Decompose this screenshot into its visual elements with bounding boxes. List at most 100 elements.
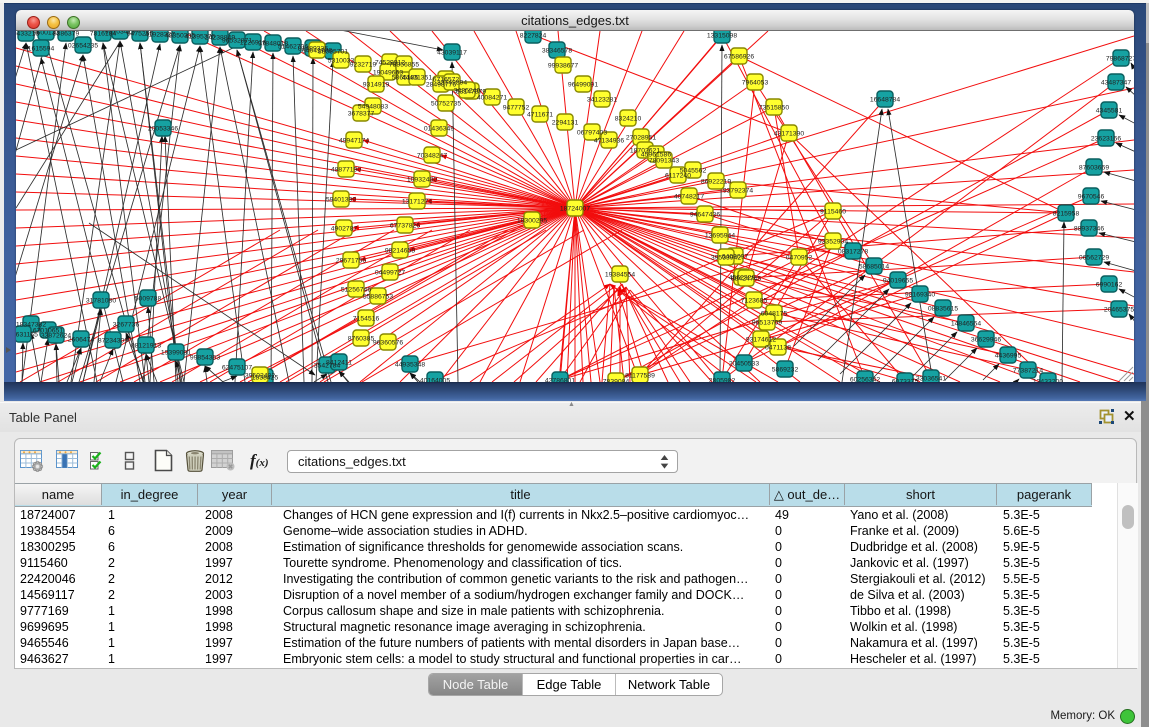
svg-text:31781080: 31781080 (86, 298, 116, 305)
svg-text:20465375: 20465375 (1104, 307, 1134, 314)
svg-text:33749894: 33749894 (437, 80, 467, 87)
svg-text:0470952: 0470952 (786, 255, 813, 262)
svg-text:73515850: 73515850 (759, 105, 789, 112)
svg-text:43171390: 43171390 (774, 131, 804, 138)
svg-text:87603669: 87603669 (1079, 165, 1109, 172)
svg-text:20450533: 20450533 (729, 361, 759, 368)
svg-text:51256746: 51256746 (341, 287, 371, 294)
svg-text:42786801: 42786801 (545, 378, 575, 383)
svg-text:3267736: 3267736 (113, 322, 140, 329)
svg-text:7154516: 7154516 (353, 316, 380, 323)
svg-text:14846564: 14846564 (951, 321, 981, 328)
svg-text:01436349: 01436349 (424, 126, 454, 133)
svg-text:6048175: 6048175 (761, 311, 788, 318)
svg-text:08835615: 08835615 (928, 306, 958, 313)
svg-text:27028951: 27028951 (626, 135, 656, 142)
svg-text:48877190: 48877190 (331, 167, 361, 174)
svg-text:44935348: 44935348 (395, 362, 425, 369)
svg-text:70348247: 70348247 (417, 153, 447, 160)
svg-text:3435240: 3435240 (454, 88, 481, 95)
svg-text:93352904: 93352904 (818, 239, 848, 246)
svg-text:9477752: 9477752 (503, 105, 530, 112)
svg-text:62475107: 62475107 (222, 365, 252, 372)
svg-text:4711671: 4711671 (527, 112, 553, 119)
svg-text:64641708: 64641708 (302, 48, 332, 55)
svg-text:98214658: 98214658 (385, 248, 415, 255)
svg-text:87234309: 87234309 (98, 338, 128, 345)
svg-text:88424745: 88424745 (731, 276, 761, 283)
svg-text:38346578: 38346578 (542, 48, 572, 55)
svg-text:4902787: 4902787 (331, 226, 358, 233)
svg-text:86922219: 86922219 (701, 179, 731, 186)
svg-text:94647436: 94647436 (690, 212, 720, 219)
svg-text:29671756: 29671756 (336, 258, 366, 265)
svg-text:7964053: 7964053 (742, 80, 769, 87)
svg-text:8760385: 8760385 (348, 336, 375, 343)
svg-text:18300295: 18300295 (517, 218, 547, 225)
svg-text:43487347: 43487347 (1101, 80, 1131, 87)
svg-text:58685014: 58685014 (859, 264, 889, 271)
svg-text:23623166: 23623166 (1091, 136, 1121, 143)
svg-text:47134936: 47134936 (594, 138, 624, 145)
svg-text:9670546: 9670546 (1078, 194, 1105, 201)
svg-text:0471138: 0471138 (765, 345, 791, 352)
svg-text:96499091: 96499091 (568, 82, 598, 89)
svg-text:54948083: 54948083 (358, 104, 388, 111)
svg-text:40748217: 40748217 (674, 194, 704, 201)
svg-text:59401399: 59401399 (326, 197, 356, 204)
svg-text:96513709: 96513709 (752, 320, 782, 327)
svg-text:13433200: 13433200 (1033, 379, 1063, 383)
svg-text:6990162: 6990162 (1096, 282, 1123, 289)
svg-text:33036541: 33036541 (916, 376, 946, 383)
svg-text:78856855: 78856855 (389, 62, 419, 69)
svg-text:40164005: 40164005 (420, 378, 450, 383)
svg-text:10932480: 10932480 (407, 177, 437, 184)
svg-text:3678377: 3678377 (348, 111, 375, 118)
svg-text:39533942: 39533942 (711, 255, 741, 262)
svg-text:18724007: 18724007 (560, 206, 590, 213)
svg-text:13171274: 13171274 (402, 199, 432, 206)
svg-text:67586926: 67586926 (724, 54, 754, 61)
svg-text:55886753: 55886753 (363, 294, 393, 301)
svg-text:9314919: 9314919 (363, 82, 390, 89)
svg-text:33872624: 33872624 (41, 333, 71, 340)
svg-text:9232719: 9232719 (350, 62, 377, 69)
svg-text:98169340: 98169340 (905, 292, 935, 299)
svg-text:8227824: 8227824 (520, 33, 547, 40)
svg-text:36629946: 36629946 (971, 337, 1001, 344)
svg-text:44431351: 44431351 (402, 75, 432, 82)
svg-text:5869232: 5869232 (772, 367, 799, 374)
svg-text:7123685: 7123685 (741, 298, 768, 305)
svg-text:08317278: 08317278 (838, 249, 868, 256)
svg-text:5009788: 5009788 (135, 296, 162, 303)
svg-text:43039117: 43039117 (437, 50, 467, 57)
svg-text:99854353: 99854353 (190, 355, 220, 362)
svg-text:6073375: 6073375 (892, 379, 919, 383)
svg-text:93174612: 93174612 (746, 337, 776, 344)
svg-text:7839084: 7839084 (603, 379, 630, 383)
svg-text:06797403: 06797403 (577, 130, 607, 137)
svg-text:4436995: 4436995 (995, 353, 1022, 360)
svg-text:93792374: 93792374 (723, 188, 753, 195)
svg-text:8412411: 8412411 (326, 360, 352, 367)
svg-text:60256342: 60256342 (850, 377, 880, 383)
svg-text:50752735: 50752735 (431, 101, 461, 108)
svg-text:19384554: 19384554 (605, 272, 635, 279)
svg-text:9115460: 9115460 (820, 209, 846, 216)
svg-text:77387214: 77387214 (1013, 368, 1043, 375)
svg-text:4345581: 4345581 (1096, 108, 1123, 115)
svg-text:16648784: 16648784 (870, 97, 900, 104)
svg-text:8215958: 8215958 (1053, 211, 1080, 218)
svg-text:20053346: 20053346 (148, 126, 178, 133)
svg-text:06562729: 06562729 (1079, 255, 1109, 262)
svg-text:13315098: 13315098 (707, 33, 737, 40)
svg-text:8386379: 8386379 (53, 31, 80, 38)
svg-text:19399091: 19399091 (161, 350, 191, 357)
svg-text:67737826: 67737826 (390, 223, 420, 230)
svg-text:1615594: 1615594 (28, 46, 55, 53)
svg-text:40084271: 40084271 (477, 95, 507, 102)
svg-text:2294131: 2294131 (552, 120, 579, 127)
svg-text:39502402: 39502402 (245, 373, 275, 380)
svg-text:99938677: 99938677 (548, 63, 578, 70)
svg-text:81177589: 81177589 (625, 373, 655, 380)
